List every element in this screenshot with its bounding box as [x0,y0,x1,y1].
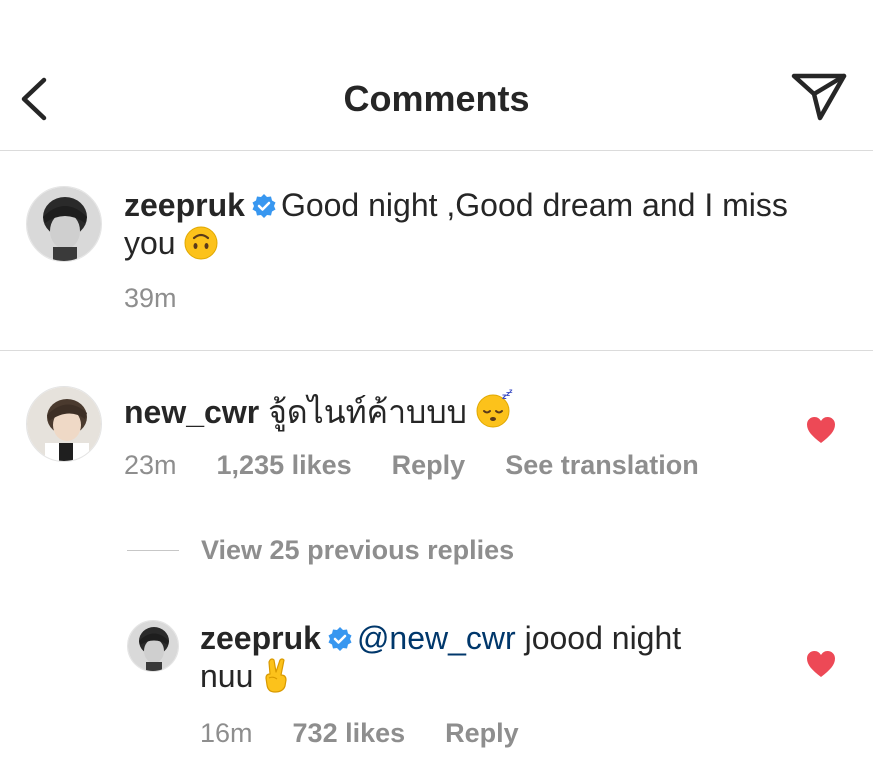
share-button[interactable] [790,70,848,124]
reply-body: joood night [524,620,682,656]
avatar[interactable] [26,186,102,262]
reply-timestamp: 16m [200,718,253,748]
caption-body: Good night ,Good dream and I miss [280,187,788,223]
comment-username[interactable]: new_cwr [124,394,259,430]
caption-text: zeepruk Good night ,Good dream and I miss… [124,186,844,262]
reply-likes-link[interactable]: 732 likes [293,718,406,748]
caption-meta: 39m [124,282,217,314]
caption-body-line2: you [124,225,176,261]
avatar[interactable] [127,620,179,672]
caption-section: zeepruk Good night ,Good dream and I miss… [0,151,873,351]
reply-meta: 16m 732 likes Reply [200,717,559,749]
victory-hand-emoji-icon [265,658,287,693]
comment-reply-button[interactable]: Reply [392,450,466,480]
see-translation-button[interactable]: See translation [505,450,699,480]
comment-body: จู้ดไนท์ค้าบบบ [268,394,467,430]
heart-icon[interactable] [806,650,836,678]
avatar[interactable] [26,386,102,462]
upside-down-face-emoji-icon [184,226,218,260]
page-title: Comments [343,78,530,119]
comment-timestamp: 23m [124,450,177,480]
comment-likes-link[interactable]: 1,235 likes [217,450,352,480]
reply-body-line2: nuu [200,658,254,694]
heart-icon[interactable] [806,416,836,444]
caption-username[interactable]: zeepruk [124,187,245,223]
sleeping-face-emoji-icon: z zz [476,389,513,428]
view-replies-label: View 25 previous replies [201,534,515,565]
paper-plane-icon [791,73,847,121]
comment-meta: 23m 1,235 likes Reply See translation [124,449,739,481]
svg-text:z: z [509,389,513,395]
reply-username[interactable]: zeepruk [200,620,321,656]
divider [127,549,179,551]
verified-badge-icon [252,194,276,218]
mention-link[interactable]: @new_cwr [357,620,516,656]
view-previous-replies-button[interactable]: View 25 previous replies [127,534,514,566]
reply-text: zeepruk @new_cwr joood night nuu [200,619,760,695]
header-bar: Comments [0,0,873,151]
caption-timestamp: 39m [124,283,177,313]
reply-reply-button[interactable]: Reply [445,718,519,748]
verified-badge-icon [328,627,352,651]
comment-text: new_cwr จู้ดไนท์ค้าบบบ z z z [124,389,764,431]
